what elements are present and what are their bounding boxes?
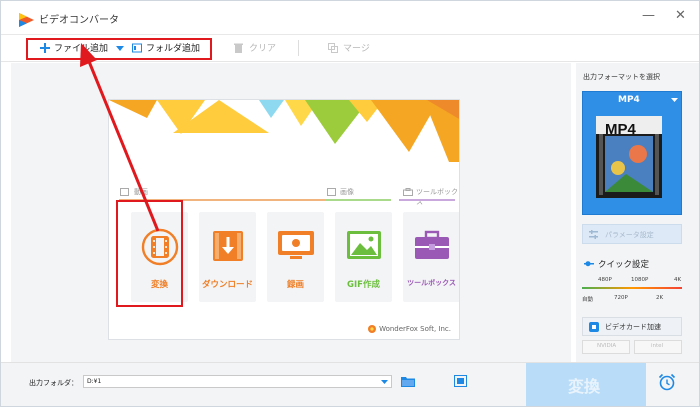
intel-badge: intel <box>634 340 682 354</box>
parameter-settings-button[interactable]: パラメータ設定 <box>582 224 682 244</box>
close-button[interactable]: ✕ <box>675 9 686 23</box>
toolbar: ファイル追加 フォルダ追加 クリア マージ <box>1 34 699 62</box>
quick-settings-title: クイック設定 <box>598 260 650 270</box>
dropdown-icon <box>671 98 678 102</box>
output-folder-label: 出力フォルダ： <box>29 379 78 387</box>
toolbox-icon <box>415 230 449 259</box>
convert-highlight-box <box>116 200 183 307</box>
toolbar-highlight-box <box>26 38 212 60</box>
merge-button[interactable]: マージ <box>328 41 370 54</box>
section-video: 動画 <box>134 188 148 196</box>
section-toolbox: ツールボックス <box>416 188 458 206</box>
output-location-icon[interactable] <box>454 375 467 387</box>
format-badge: MP4 <box>605 121 636 138</box>
clear-label: クリア <box>249 44 277 54</box>
open-folder-icon[interactable] <box>401 376 415 387</box>
quick-settings-icon <box>584 261 594 267</box>
banner-decoration <box>109 100 459 162</box>
window-title: ビデオコンバータ <box>39 15 119 26</box>
brand-text: WonderFox Soft, Inc. <box>379 325 451 333</box>
quality-auto: 自動 <box>582 297 594 303</box>
download-icon <box>213 231 243 261</box>
tile-record-label: 録画 <box>286 280 304 290</box>
parameter-settings-label: パラメータ設定 <box>605 231 654 239</box>
format-selected: MP4 <box>618 95 640 105</box>
quality-480p: 480P <box>598 277 612 283</box>
brand-footer: WonderFox Soft, Inc. <box>368 325 451 333</box>
image-section-line <box>325 199 391 201</box>
tile-download[interactable]: ダウンロード <box>199 212 256 302</box>
quality-slider[interactable] <box>582 287 682 289</box>
sliders-icon <box>589 230 598 239</box>
screen-record-icon <box>278 231 314 259</box>
gpu-accel-label: ビデオカード加速 <box>605 323 661 331</box>
title-bar: ビデオコンバータ — ✕ <box>1 1 699 33</box>
quality-4k: 4K <box>674 277 682 283</box>
section-image: 画像 <box>340 188 354 196</box>
minimize-button[interactable]: — <box>642 9 655 23</box>
bottom-bar: 出力フォルダ： D:¥1 変換 <box>1 362 699 406</box>
clear-button[interactable]: クリア <box>234 41 276 54</box>
quality-1080p: 1080P <box>631 277 649 283</box>
app-logo-icon <box>19 13 34 27</box>
format-heading: 出力フォーマットを選択 <box>583 73 660 81</box>
quality-2k: 2K <box>656 295 664 301</box>
merge-label: マージ <box>343 44 370 54</box>
trash-icon <box>234 43 243 53</box>
intel-label: intel <box>651 343 664 349</box>
chip-icon <box>589 322 599 332</box>
image-section-icon <box>327 188 336 196</box>
output-folder-value: D:¥1 <box>87 378 102 385</box>
tile-gif-label: GIF作成 <box>347 280 380 290</box>
main-area: 動画 画像 ツールボックス 変換 ダウンロード 録画 GIF作成 ツールボックス… <box>11 63 571 362</box>
nvidia-badge: NVIDIA <box>582 340 630 354</box>
video-section-icon <box>120 188 129 196</box>
quality-720p: 720P <box>614 295 628 301</box>
format-selector[interactable]: MP4 MP4 <box>582 91 682 215</box>
folder-dropdown-icon[interactable] <box>381 380 388 384</box>
image-icon <box>347 231 381 259</box>
gpu-accel-toggle[interactable]: ビデオカード加速 <box>582 317 682 336</box>
app-window: ビデオコンバータ — ✕ ファイル追加 フォルダ追加 クリア マージ 動画 画像… <box>0 0 700 407</box>
toolbox-section-icon <box>403 188 413 196</box>
nvidia-label: NVIDIA <box>597 343 617 349</box>
tile-download-label: ダウンロード <box>201 280 253 290</box>
tile-toolbox-label: ツールボックス <box>407 279 456 287</box>
tile-record[interactable]: 録画 <box>267 212 324 302</box>
merge-icon <box>328 42 338 53</box>
convert-button-label: 変換 <box>568 377 601 396</box>
toolbar-divider <box>298 40 299 56</box>
convert-button[interactable]: 変換 <box>526 363 646 406</box>
wonderfox-logo-icon <box>368 325 377 333</box>
alarm-clock-icon[interactable] <box>658 373 676 391</box>
tile-toolbox[interactable]: ツールボックス <box>403 212 459 302</box>
output-folder-input[interactable]: D:¥1 <box>83 375 392 388</box>
toolbox-section-line <box>399 199 455 201</box>
output-panel: 出力フォーマットを選択 MP4 MP4 パラメータ設定 クイック設定 480P … <box>576 63 699 362</box>
tile-gif[interactable]: GIF作成 <box>335 212 392 302</box>
